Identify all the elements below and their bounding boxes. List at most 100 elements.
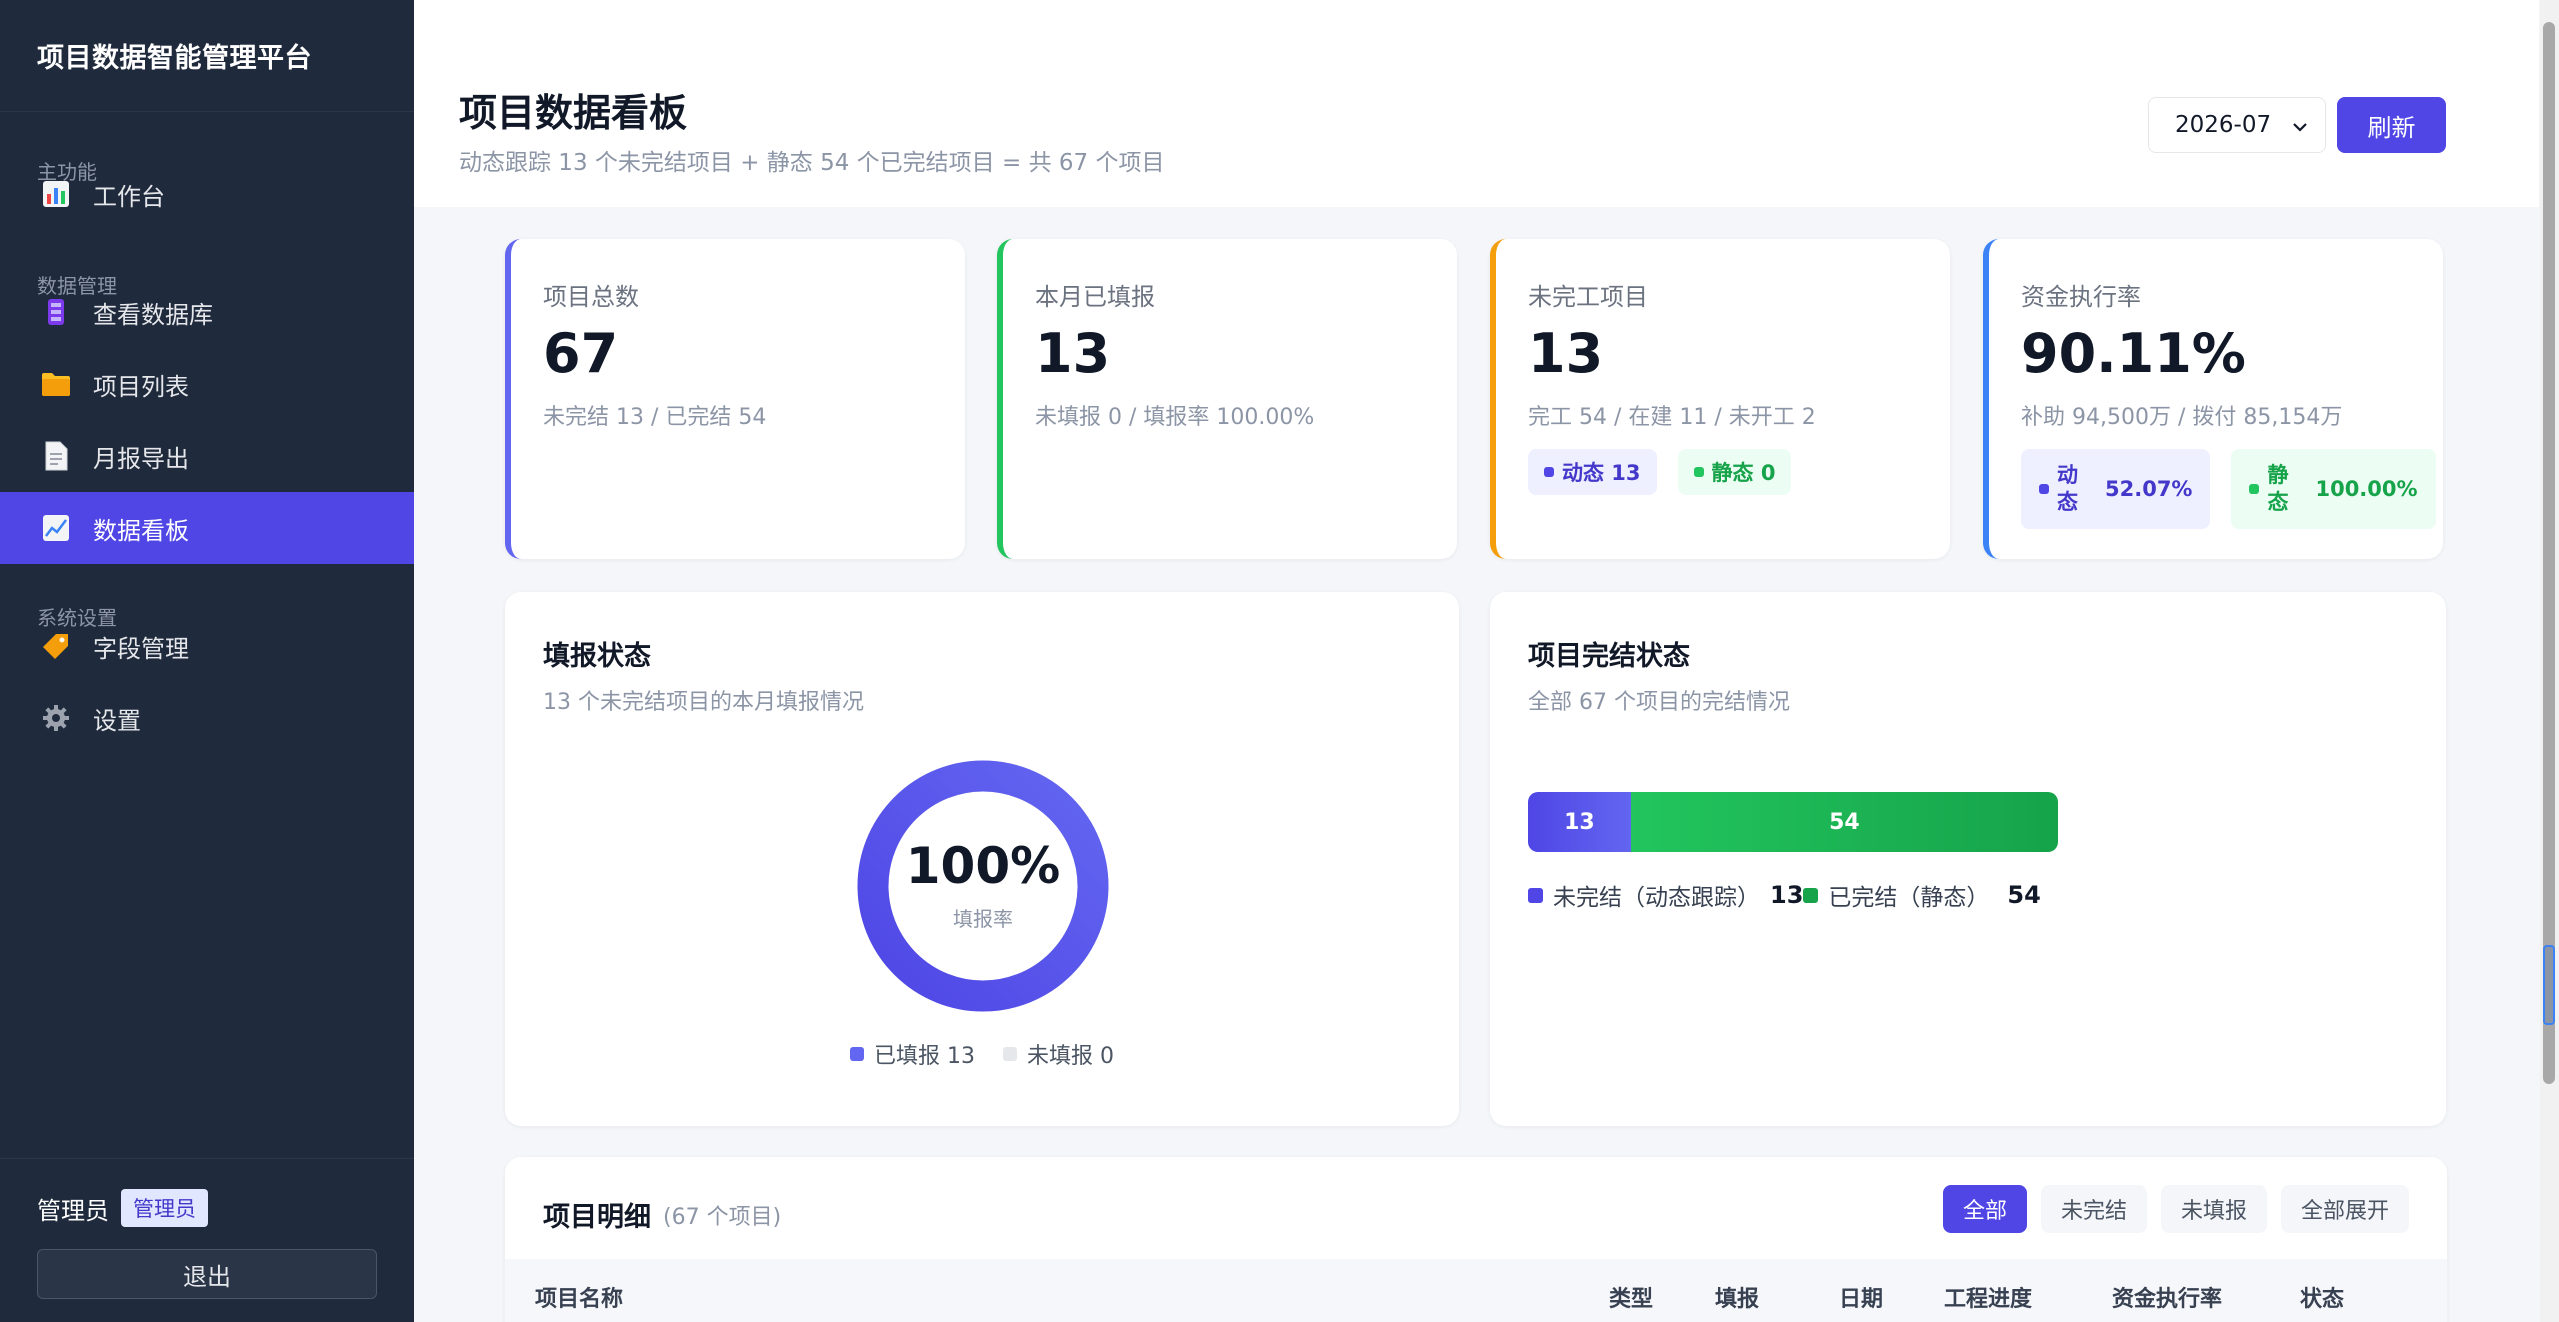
badge-label: 动态	[2057, 463, 2078, 514]
database-icon	[40, 296, 72, 328]
donut-chart: 100% 填报率	[857, 760, 1109, 1012]
column-header-progress[interactable]: 工程进度	[1944, 1281, 2032, 1313]
column-header-type[interactable]: 类型	[1609, 1281, 1653, 1313]
sidebar-item-label: 字段管理	[93, 634, 189, 663]
scrollbar-track-thumb[interactable]	[2543, 22, 2555, 1084]
trend-chart-icon	[40, 512, 72, 544]
fill-rate-value: 100%	[905, 836, 1061, 895]
stat-card-unfinished: 未完工项目 13 完工 54 / 在建 11 / 未开工 2 动态 13 静态 …	[1490, 239, 1950, 559]
expand-all-button[interactable]: 全部展开	[2280, 1185, 2409, 1233]
sidebar-item-project-list[interactable]: 项目列表	[0, 348, 414, 420]
bar-chart-icon	[40, 178, 72, 210]
page-scrollbar[interactable]	[2540, 0, 2559, 1322]
stat-label: 未完工项目	[1528, 283, 1648, 311]
completion-panel: 项目完结状态 全部 67 个项目的完结情况 13 54 未完结（动态跟踪） 13 …	[1490, 592, 2446, 1126]
stat-card-fund-rate: 资金执行率 90.11% 补助 94,500万 / 拨付 85,154万 动态 5…	[1983, 239, 2443, 559]
bar-segment-unfinished: 13	[1528, 792, 1631, 852]
table-header: 项目名称 类型 填报 日期 工程进度 资金执行率 状态	[505, 1259, 2447, 1322]
stat-value: 67	[543, 322, 619, 385]
dynamic-badge: 动态 13	[1528, 448, 1657, 495]
page-subtitle: 动态跟踪 13 个未完结项目 + 静态 54 个已完结项目 = 共 67 个项目	[459, 150, 1165, 176]
legend-item-finished: 已完结（静态） 54	[1803, 878, 2041, 912]
panel-title: 项目完结状态	[1528, 641, 1690, 672]
sidebar-item-label: 设置	[93, 706, 141, 735]
column-header-status[interactable]: 状态	[2300, 1281, 2344, 1313]
sidebar-item-label: 月报导出	[93, 444, 189, 473]
stat-desc: 补助 94,500万 / 拨付 85,154万	[2021, 404, 2343, 430]
filter-all-button[interactable]: 全部	[1942, 1185, 2027, 1233]
filter-group: 全部 未完结 未填报 全部展开	[1929, 1185, 2409, 1233]
stat-value: 13	[1528, 322, 1604, 385]
project-detail-panel: 项目明细 (67 个项目) 全部 未完结 未填报 全部展开 项目名称 类型 填报…	[505, 1157, 2447, 1322]
app-title: 项目数据智能管理平台	[0, 0, 414, 112]
pill-row: 动态 13 静态 0	[1528, 448, 1950, 495]
dynamic-rate-badge: 动态 52.07%	[2021, 448, 2211, 529]
badge-text: 动态 13	[1562, 460, 1641, 485]
static-badge: 静态 0	[1677, 448, 1792, 495]
sidebar-item-label: 查看数据库	[93, 300, 213, 329]
donut-legend: 已填报 13 未填报 0	[850, 1038, 1142, 1070]
badge-label: 静态	[2267, 463, 2289, 514]
fill-rate-label: 填报率	[953, 906, 1013, 931]
sidebar-item-label: 工作台	[93, 182, 165, 211]
completion-legend: 未完结（动态跟踪） 13 已完结（静态） 54	[1528, 878, 2041, 912]
stat-desc: 完工 54 / 在建 11 / 未开工 2	[1528, 404, 1816, 430]
stat-desc: 未填报 0 / 填报率 100.00%	[1035, 404, 1315, 430]
filter-unfilled-button[interactable]: 未填报	[2160, 1185, 2267, 1233]
sidebar: 项目数据智能管理平台 主功能 工作台 数据管理 查看数据库 项目列表 月报导出 …	[0, 0, 414, 1322]
chevron-down-icon	[2291, 116, 2309, 142]
fill-status-panel: 填报状态 13 个未完结项目的本月填报情况 100% 填报率 已填报 13 未填…	[505, 592, 1459, 1126]
donut-center: 100% 填报率	[857, 760, 1109, 1012]
stat-label: 本月已填报	[1035, 283, 1155, 311]
legend-item-filled: 已填报 13	[850, 1038, 975, 1070]
legend-text: 已完结（静态）	[1828, 885, 1990, 911]
user-name: 管理员	[37, 1196, 109, 1225]
document-icon	[40, 440, 72, 472]
scrollbar-handle[interactable]	[2543, 945, 2555, 1025]
sidebar-item-monthly-export[interactable]: 月报导出	[0, 420, 414, 492]
refresh-button[interactable]: 刷新	[2337, 97, 2446, 153]
panel-subtitle: 13 个未完结项目的本月填报情况	[543, 690, 864, 715]
sidebar-item-settings[interactable]: 设置	[0, 682, 414, 754]
legend-text: 已填报 13	[874, 1044, 975, 1069]
column-header-date[interactable]: 日期	[1839, 1281, 1883, 1313]
tag-icon	[40, 630, 72, 662]
detail-title: 项目明细	[543, 1202, 651, 1233]
badge-value: 100.00%	[2315, 476, 2418, 501]
legend-num: 13	[1770, 881, 1804, 909]
badge-text: 静态 0	[1711, 460, 1776, 485]
panel-title: 填报状态	[543, 641, 651, 672]
legend-text: 未完结（动态跟踪）	[1553, 885, 1760, 911]
panel-subtitle: 全部 67 个项目的完结情况	[1528, 690, 1790, 715]
detail-count: (67 个项目)	[663, 1205, 782, 1230]
static-rate-badge: 静态 100.00%	[2231, 448, 2436, 529]
page-title: 项目数据看板	[459, 91, 688, 135]
sidebar-footer: 管理员 管理员 退出	[0, 1158, 414, 1322]
legend-item-unfinished: 未完结（动态跟踪） 13	[1528, 878, 1803, 912]
folder-icon	[40, 368, 72, 400]
column-header-name[interactable]: 项目名称	[535, 1281, 623, 1313]
stat-label: 项目总数	[543, 283, 639, 311]
stat-card-filled: 本月已填报 13 未填报 0 / 填报率 100.00%	[997, 239, 1457, 559]
role-badge: 管理员	[121, 1189, 208, 1227]
stat-desc: 未完结 13 / 已完结 54	[543, 404, 767, 430]
month-select[interactable]: 2026-07	[2148, 97, 2326, 153]
bar-segment-finished: 54	[1630, 792, 2058, 852]
stat-value: 90.11%	[2021, 322, 2246, 385]
stat-card-total: 项目总数 67 未完结 13 / 已完结 54	[505, 239, 965, 559]
sidebar-item-label: 项目列表	[93, 372, 189, 401]
sidebar-item-label: 数据看板	[93, 516, 189, 545]
completion-stacked-bar: 13 54	[1528, 792, 2058, 852]
column-header-fill[interactable]: 填报	[1715, 1281, 1759, 1313]
legend-item-unfilled: 未填报 0	[1003, 1038, 1114, 1070]
legend-num: 54	[2007, 881, 2041, 909]
sidebar-item-dashboard[interactable]: 数据看板	[0, 492, 414, 564]
pill-row: 动态 52.07% 静态 100.00%	[2021, 448, 2443, 529]
legend-text: 未填报 0	[1027, 1044, 1114, 1069]
month-value: 2026-07	[2175, 112, 2272, 138]
logout-button[interactable]: 退出	[37, 1249, 377, 1299]
filter-unfinished-button[interactable]: 未完结	[2040, 1185, 2147, 1233]
badge-value: 52.07%	[2105, 476, 2193, 501]
stat-label: 资金执行率	[2021, 283, 2141, 311]
column-header-fund-rate[interactable]: 资金执行率	[2112, 1281, 2222, 1313]
